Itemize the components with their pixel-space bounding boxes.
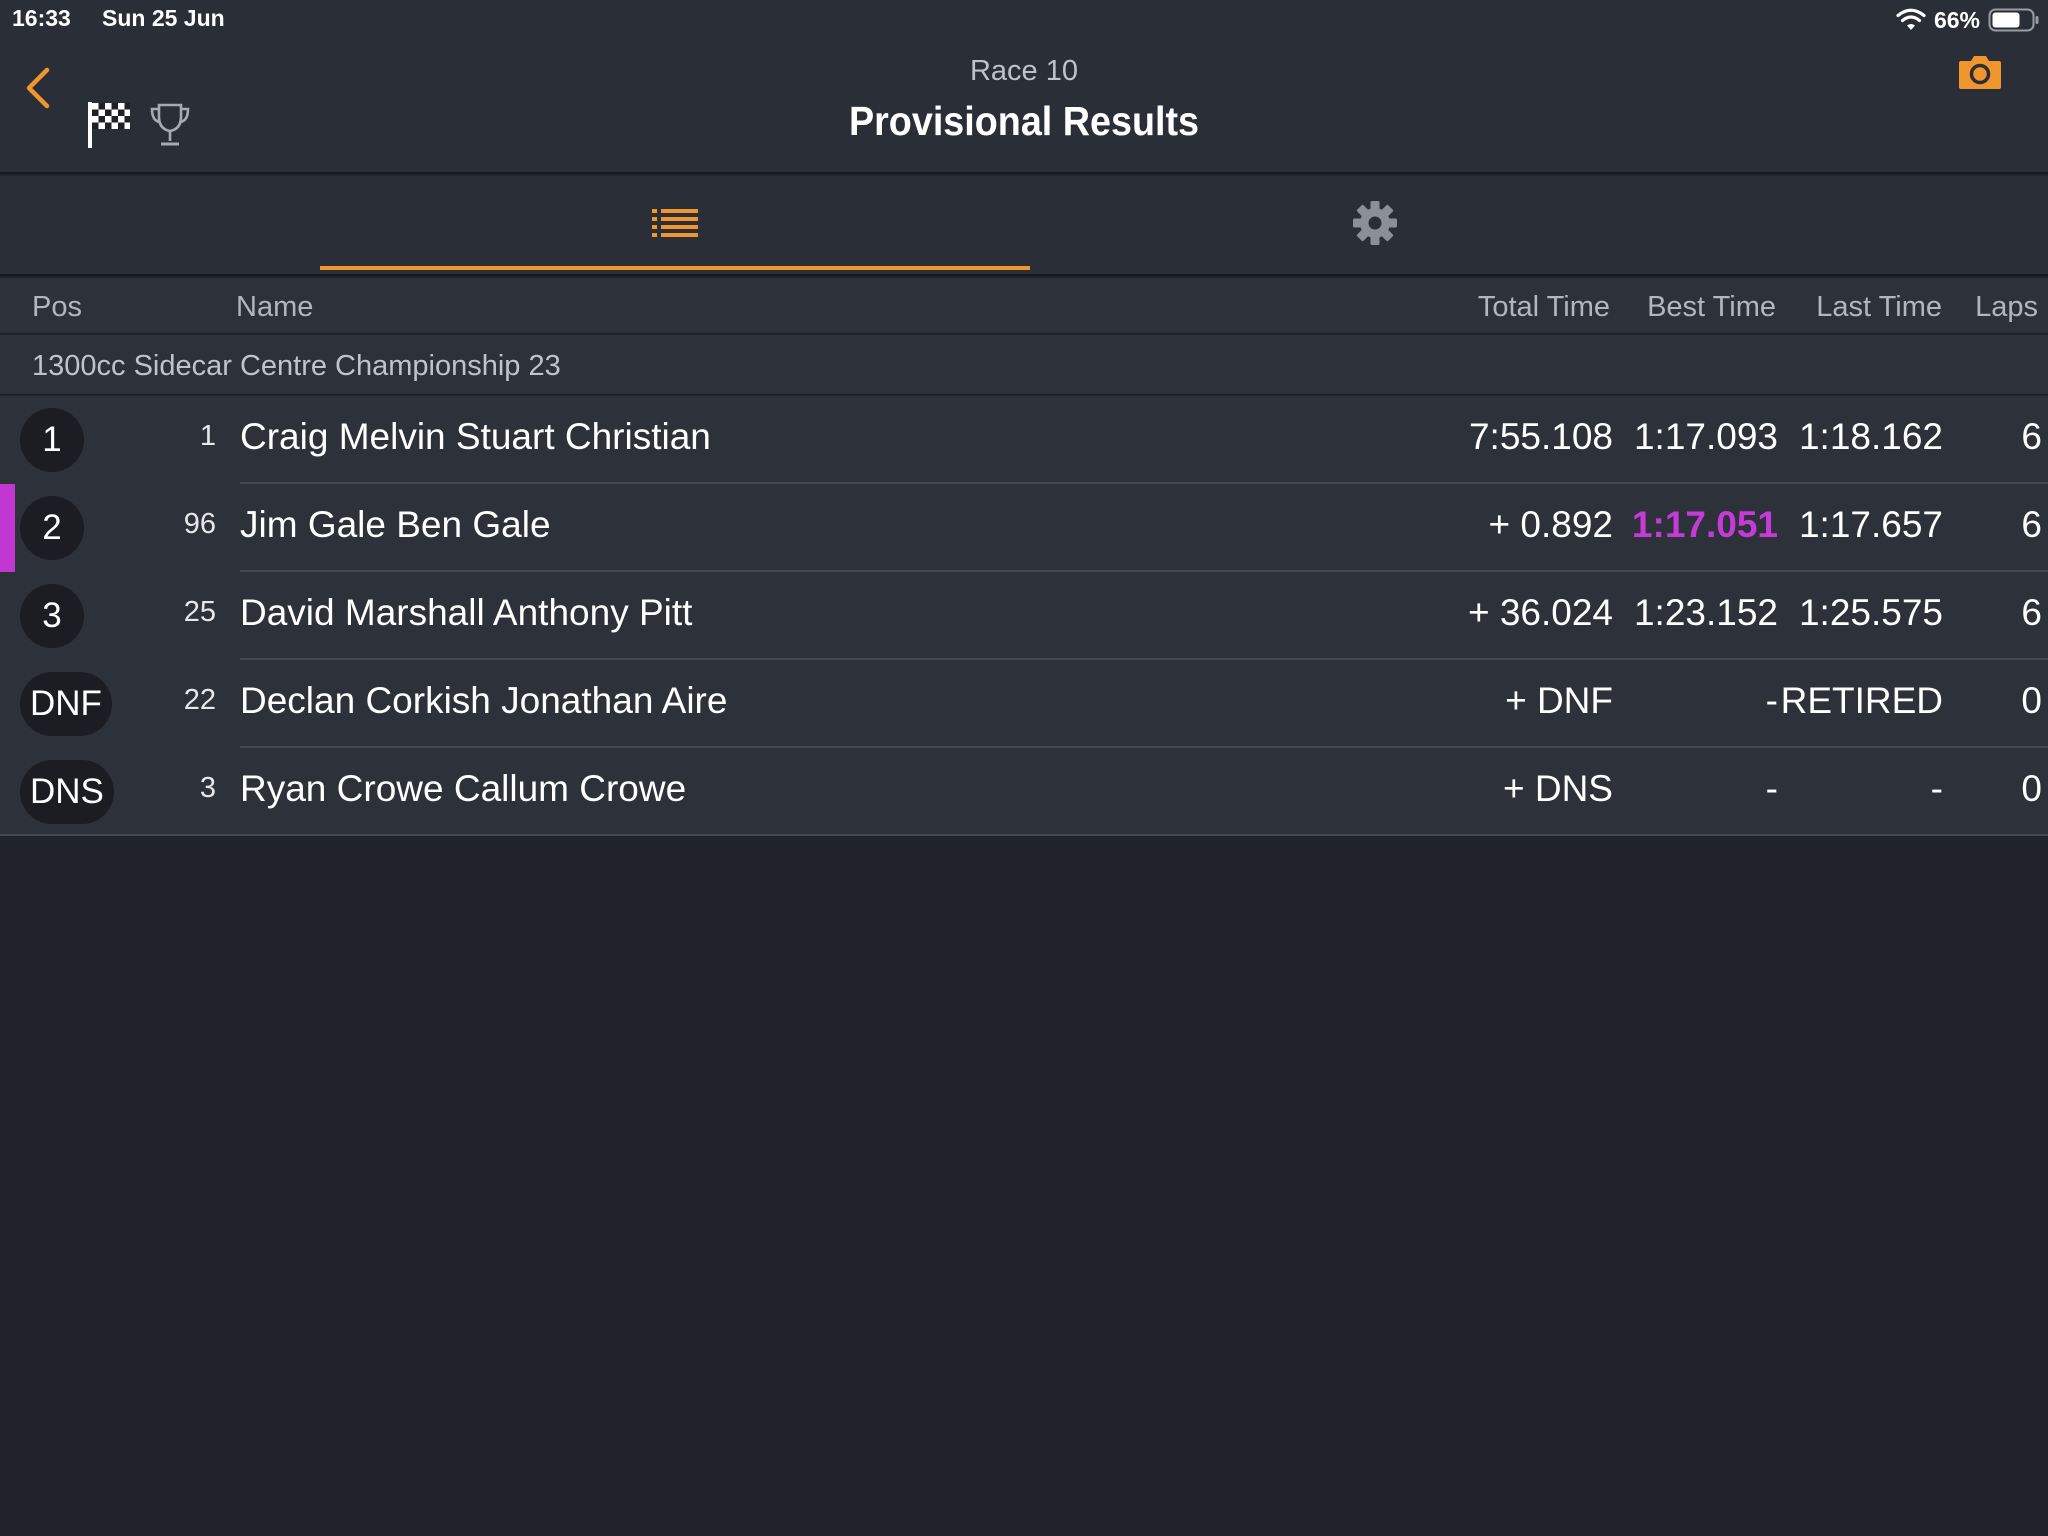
last-time: - <box>1930 768 1943 809</box>
list-icon <box>650 206 700 245</box>
status-indicators: 66% <box>1896 5 2040 35</box>
position-badge: 1 <box>20 408 84 472</box>
column-header-total-time[interactable]: Total Time <box>1478 291 1610 324</box>
status-time: 16:33 <box>12 5 71 31</box>
total-time: + 36.024 <box>1467 592 1613 633</box>
tab-settings[interactable] <box>1030 176 1720 274</box>
position-badge: DNF <box>20 672 112 736</box>
laps: 0 <box>2021 680 2042 721</box>
gear-icon <box>1352 200 1398 251</box>
best-time-fastest-lap: 1:17.051 <box>1631 504 1778 545</box>
tab-bar <box>0 176 2048 276</box>
result-row[interactable]: 1 1 Craig Melvin Stuart Christian 7:55.1… <box>0 396 2048 484</box>
result-row[interactable]: DNS 3 Ryan Crowe Callum Crowe + DNS - - … <box>0 748 2048 836</box>
rider-name: Declan Corkish Jonathan Aire <box>240 680 728 721</box>
rider-name: Jim Gale Ben Gale <box>240 504 551 545</box>
last-time: RETIRED <box>1780 680 1943 721</box>
battery-percent: 66% <box>1933 6 1980 33</box>
rider-name: Craig Melvin Stuart Christian <box>240 416 711 457</box>
result-row[interactable]: DNF 22 Declan Corkish Jonathan Aire + DN… <box>0 660 2048 748</box>
race-number: 96 <box>183 508 216 540</box>
best-time: 1:23.152 <box>1633 592 1778 633</box>
column-header-laps[interactable]: Laps <box>1975 291 2038 324</box>
fastest-lap-marker <box>0 484 15 572</box>
race-subtitle: Race 10 <box>969 55 1078 87</box>
class-group-label: 1300cc Sidecar Centre Championship 23 <box>32 350 561 382</box>
page-title: Provisional Results <box>848 98 1200 144</box>
laps: 6 <box>2021 504 2042 545</box>
column-header-best-time[interactable]: Best Time <box>1647 291 1776 324</box>
laps: 0 <box>2021 768 2042 809</box>
column-header-name[interactable]: Name <box>236 291 313 324</box>
best-time: 1:17.093 <box>1633 416 1778 457</box>
rider-name: David Marshall Anthony Pitt <box>240 592 693 633</box>
rider-name: Ryan Crowe Callum Crowe <box>240 768 687 809</box>
last-time: 1:25.575 <box>1798 592 1943 633</box>
screenshot-button[interactable] <box>1952 50 2008 98</box>
battery-icon <box>1988 8 2040 32</box>
best-time: - <box>1765 768 1778 809</box>
race-number: 3 <box>199 772 216 804</box>
camera-icon <box>1957 53 2003 96</box>
results-table-header: Pos Name Total Time Best Time Last Time … <box>0 278 2048 334</box>
total-time: + DNS <box>1502 768 1613 809</box>
race-number: 1 <box>199 420 216 452</box>
position-badge: 3 <box>20 584 84 648</box>
last-time: 1:17.657 <box>1798 504 1943 545</box>
last-time: 1:18.162 <box>1798 416 1943 457</box>
status-date: Sun 25 Jun <box>102 5 225 31</box>
result-row[interactable]: 2 96 Jim Gale Ben Gale + 0.892 1:17.051 … <box>0 484 2048 572</box>
total-time: 7:55.108 <box>1468 416 1613 457</box>
nav-header: Race 10 Provisional Results <box>0 40 2048 174</box>
best-time: - <box>1765 680 1778 721</box>
results-screen: 16:33 Sun 25 Jun 66% Race 10 Provisional… <box>0 0 2048 1536</box>
wifi-icon <box>1896 8 1926 32</box>
total-time: + 0.892 <box>1488 504 1613 545</box>
race-number: 25 <box>183 596 216 628</box>
tab-results-list[interactable] <box>320 176 1030 274</box>
position-badge: 2 <box>20 496 84 560</box>
total-time: + DNF <box>1505 680 1613 721</box>
position-badge: DNS <box>20 760 114 824</box>
status-bar: 16:33 Sun 25 Jun 66% <box>0 0 2048 40</box>
race-number: 22 <box>183 684 216 716</box>
result-row[interactable]: 3 25 David Marshall Anthony Pitt + 36.02… <box>0 572 2048 660</box>
column-header-pos[interactable]: Pos <box>32 291 82 324</box>
column-header-last-time[interactable]: Last Time <box>1816 291 1942 324</box>
results-list: 1 1 Craig Melvin Stuart Christian 7:55.1… <box>0 396 2048 836</box>
laps: 6 <box>2021 416 2042 457</box>
active-tab-indicator <box>320 266 1030 270</box>
laps: 6 <box>2021 592 2042 633</box>
class-group-header: 1300cc Sidecar Centre Championship 23 <box>0 335 2048 395</box>
